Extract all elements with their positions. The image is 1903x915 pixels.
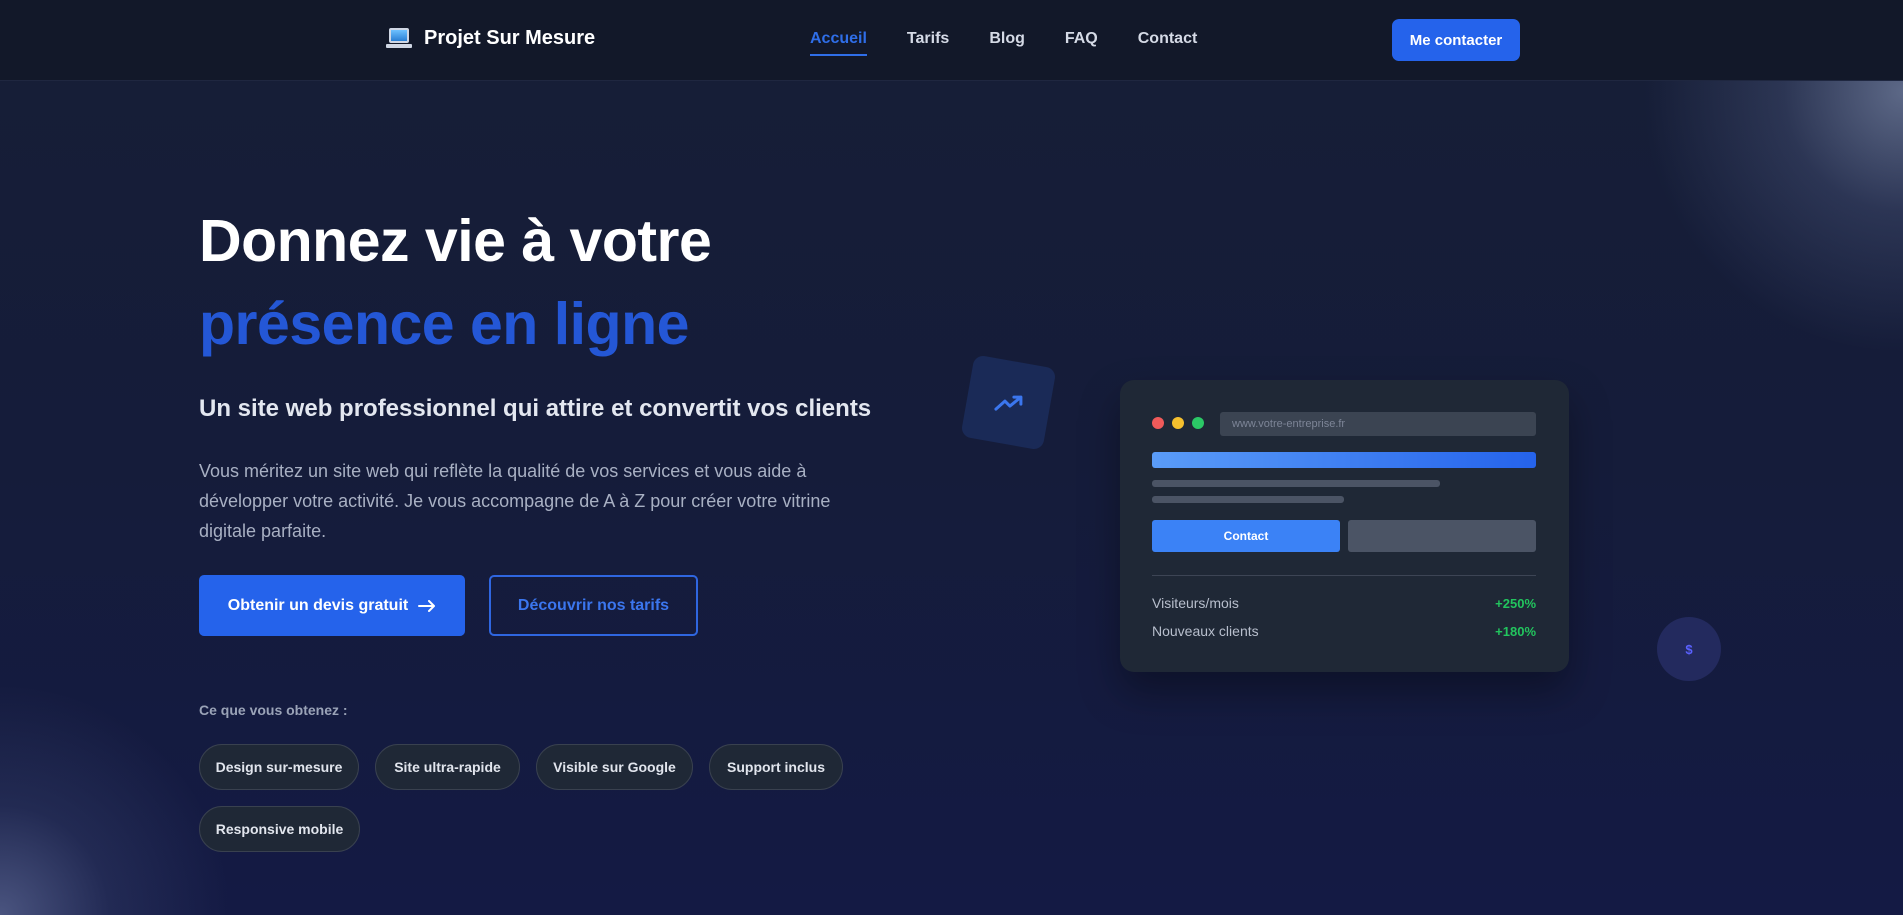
mockup-contact-button: Contact [1152, 520, 1340, 552]
benefit-pill: Design sur-mesure [199, 744, 359, 790]
contact-me-button[interactable]: Me contacter [1392, 19, 1520, 61]
benefit-pill: Support inclus [709, 744, 843, 790]
benefit-pill: Site ultra-rapide [375, 744, 520, 790]
mockup-secondary-button [1348, 520, 1536, 552]
hero-subtitle: Un site web professionnel qui attire et … [199, 395, 872, 422]
stat-label-clients: Nouveaux clients [1152, 623, 1259, 639]
stat-value-visitors: +250% [1495, 596, 1536, 611]
stat-value-clients: +180% [1495, 624, 1536, 639]
window-minimize-dot [1172, 417, 1184, 429]
mockup-text-line [1152, 496, 1344, 503]
trending-up-icon [994, 395, 1022, 410]
arrow-right-icon [418, 599, 436, 612]
discover-pricing-button[interactable]: Découvrir nos tarifs [489, 575, 698, 636]
main-nav: Accueil Tarifs Blog FAQ Contact [810, 30, 1197, 56]
dollar-badge: $ [1657, 617, 1721, 681]
site-header: Projet Sur Mesure Accueil Tarifs Blog FA… [0, 0, 1903, 81]
hero-title-line1: Donnez vie à votre [199, 208, 712, 274]
nav-item-blog[interactable]: Blog [989, 30, 1025, 56]
get-quote-button[interactable]: Obtenir un devis gratuit [199, 575, 465, 636]
benefit-pill: Responsive mobile [199, 806, 360, 852]
nav-item-tarifs[interactable]: Tarifs [907, 30, 949, 56]
window-close-dot [1152, 417, 1164, 429]
website-mockup-card: www.votre-entreprise.fr Contact Visiteur… [1120, 380, 1569, 672]
get-quote-label: Obtenir un devis gratuit [227, 596, 409, 614]
stat-label-visitors: Visiteurs/mois [1152, 595, 1239, 611]
trend-badge [960, 354, 1057, 451]
benefits-heading: Ce que vous obtenez : [199, 702, 348, 718]
mockup-text-line [1152, 480, 1440, 487]
mockup-url-bar: www.votre-entreprise.fr [1220, 412, 1536, 436]
window-maximize-dot [1192, 417, 1204, 429]
brand-name: Projet Sur Mesure [424, 26, 596, 49]
nav-item-contact[interactable]: Contact [1138, 30, 1198, 56]
hero-description: Vous méritez un site web qui reflète la … [199, 461, 831, 541]
nav-item-faq[interactable]: FAQ [1065, 30, 1098, 56]
mockup-divider [1152, 575, 1536, 576]
mockup-hero-bar [1152, 452, 1536, 468]
hero-title-line2: présence en ligne [199, 291, 689, 357]
brand-logo[interactable]: Projet Sur Mesure [386, 26, 595, 50]
benefit-pill: Visible sur Google [536, 744, 693, 790]
nav-item-accueil[interactable]: Accueil [810, 30, 867, 56]
dollar-icon: $ [1685, 641, 1693, 657]
laptop-icon [386, 26, 412, 50]
